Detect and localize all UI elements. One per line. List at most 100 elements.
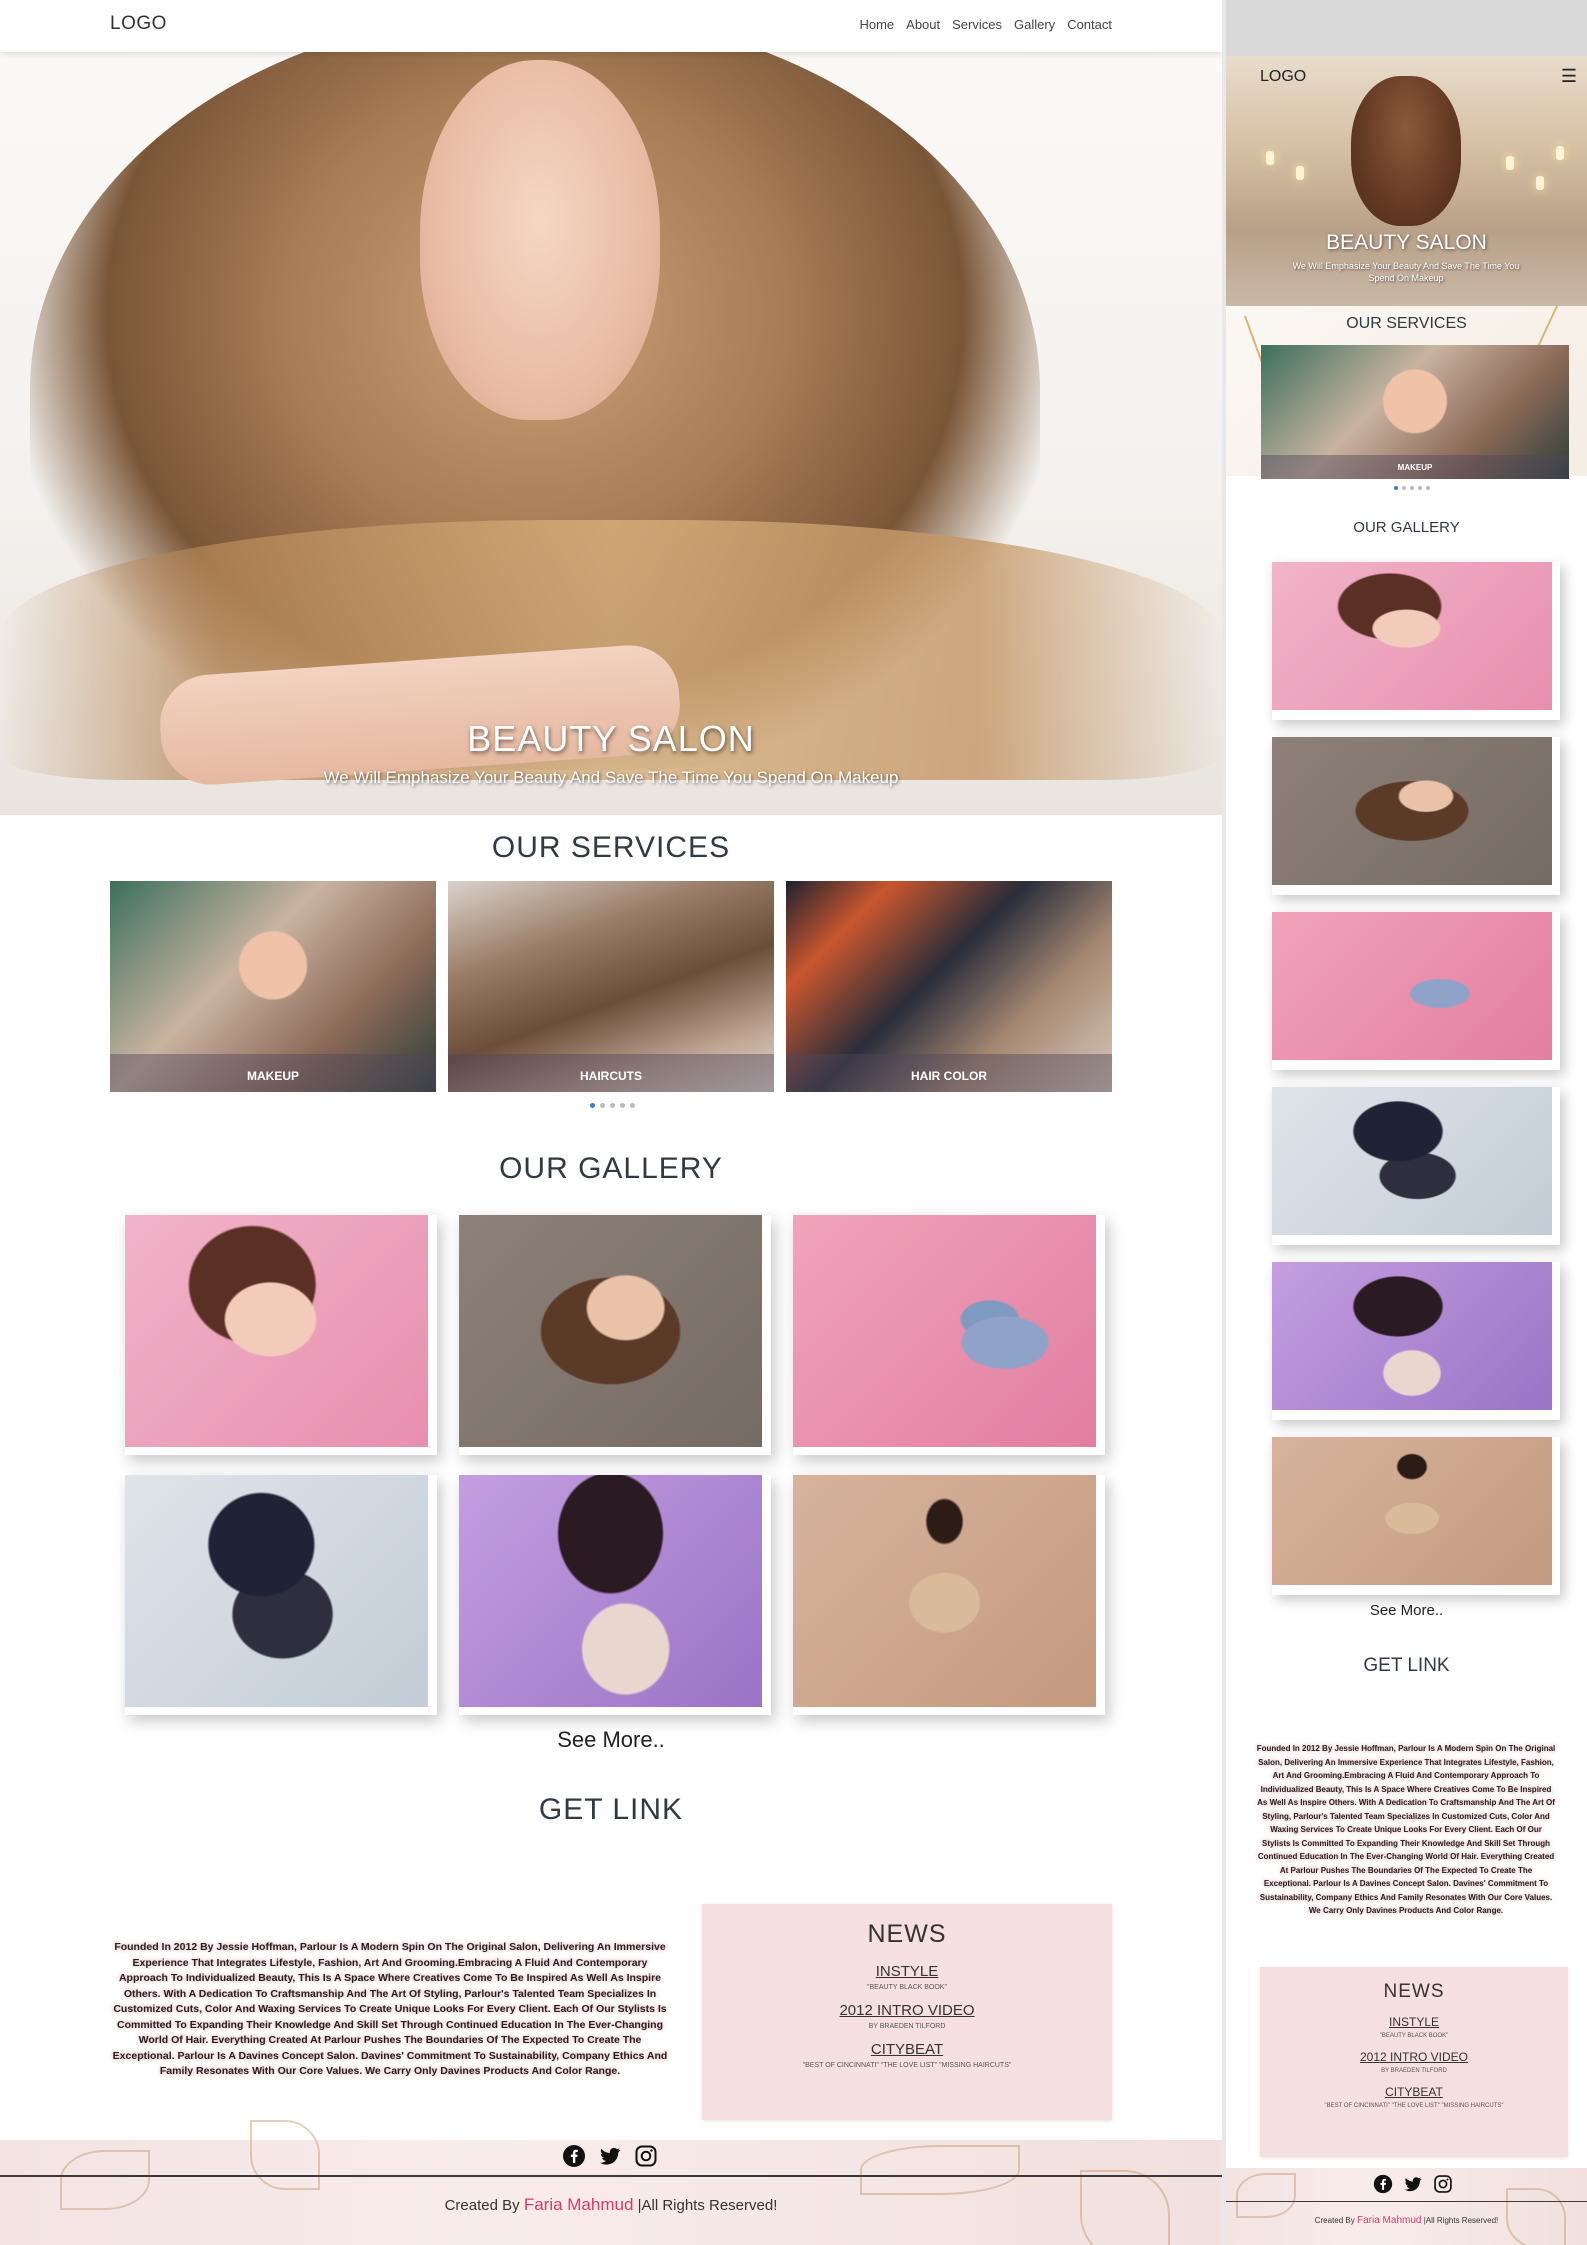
news-caption: "BEST OF CINCINNATI" "THE LOVE LIST" "MI… <box>802 2062 1012 2069</box>
service-card-hair-color[interactable]: HAIR COLOR <box>786 881 1112 1092</box>
social-links <box>562 2144 658 2168</box>
facebook-icon[interactable] <box>1373 2174 1393 2194</box>
services-carousel-dots <box>590 1103 635 1108</box>
news-caption: "BEAUTY BLACK BOOK" <box>1379 2033 1449 2039</box>
gallery-photo <box>1272 1262 1552 1410</box>
news-link-intro-video[interactable]: 2012 INTRO VIDEO <box>1260 2050 1568 2064</box>
facebook-icon[interactable] <box>562 2144 586 2168</box>
gallery-item[interactable] <box>1272 737 1560 895</box>
mobile-footer: Created By Faria Mahmud |All Rights Rese… <box>1226 2168 1587 2245</box>
desktop-view: BEAUTY SALON We Will Emphasize Your Beau… <box>0 0 1222 2245</box>
carousel-dot[interactable] <box>1410 486 1414 490</box>
footer-divider <box>0 2175 1222 2177</box>
gallery-photo <box>1272 912 1552 1060</box>
nav-contact[interactable]: Contact <box>1067 17 1112 32</box>
footer: Created By Faria Mahmud |All Rights Rese… <box>0 2120 1222 2245</box>
carousel-dot[interactable] <box>1426 486 1430 490</box>
hero-subtitle: We Will Emphasize Your Beauty And Save T… <box>323 768 899 787</box>
service-label: MAKEUP <box>110 1054 436 1092</box>
news-title: NEWS <box>867 1920 947 1948</box>
gallery-item[interactable] <box>793 1475 1105 1715</box>
news-link-instyle[interactable]: INSTYLE <box>702 1963 1112 1980</box>
gallery-photo <box>459 1215 762 1447</box>
gallery-item[interactable] <box>125 1475 437 1715</box>
about-paragraph: Founded In 2012 By Jessie Hoffman, Parlo… <box>112 1941 668 2077</box>
news-link-instyle[interactable]: INSTYLE <box>1260 2015 1568 2029</box>
top-navbar: LOGO Home About Services Gallery Contact <box>0 0 1222 52</box>
gallery-photo <box>125 1215 428 1447</box>
gallery-photo <box>125 1475 428 1707</box>
service-card-haircuts[interactable]: HAIRCUTS <box>448 881 774 1092</box>
logo[interactable]: LOGO <box>110 13 167 35</box>
instagram-icon[interactable] <box>634 2144 658 2168</box>
mobile-gallery-title: OUR GALLERY <box>1353 519 1460 536</box>
mobile-get-link-title: GET LINK <box>1363 1655 1450 1676</box>
news-caption: BY BRAEDEN TILFORD <box>868 2023 946 2030</box>
services-title: OUR SERVICES <box>491 831 731 864</box>
gallery-photo <box>459 1475 762 1707</box>
mobile-carousel-dots <box>1394 486 1430 490</box>
mobile-footer-credit: Created By Faria Mahmud |All Rights Rese… <box>1314 2215 1499 2226</box>
nav-menu: Home About Services Gallery Contact <box>859 17 1112 32</box>
news-caption: BY BRAEDEN TILFORD <box>1381 2068 1447 2074</box>
carousel-dot[interactable] <box>590 1103 595 1108</box>
carousel-dot[interactable] <box>1418 486 1422 490</box>
carousel-dot[interactable] <box>610 1103 615 1108</box>
mobile-hero-subtitle: We Will Emphasize Your Beauty And Save T… <box>1292 261 1520 283</box>
service-label: MAKEUP <box>1261 455 1569 479</box>
gallery-item[interactable] <box>1272 912 1560 1070</box>
mobile-logo[interactable]: LOGO <box>1260 68 1306 86</box>
author-name[interactable]: Faria Mahmud <box>1357 2215 1421 2226</box>
carousel-dot[interactable] <box>600 1103 605 1108</box>
service-card-makeup[interactable]: MAKEUP <box>110 881 436 1092</box>
gallery-item[interactable] <box>793 1215 1105 1455</box>
twitter-icon[interactable] <box>598 2144 622 2168</box>
twitter-icon[interactable] <box>1403 2174 1423 2194</box>
mobile-status-area <box>1226 0 1587 56</box>
nav-home[interactable]: Home <box>859 17 894 32</box>
mobile-news-box: NEWS INSTYLE "BEAUTY BLACK BOOK" 2012 IN… <box>1260 1967 1568 2157</box>
news-link-intro-video[interactable]: 2012 INTRO VIDEO <box>702 2002 1112 2019</box>
gallery-item[interactable] <box>1272 1262 1560 1420</box>
nav-gallery[interactable]: Gallery <box>1014 17 1055 32</box>
gallery-item[interactable] <box>459 1475 771 1715</box>
carousel-dot[interactable] <box>1402 486 1406 490</box>
news-link-citybeat[interactable]: CITYBEAT <box>702 2041 1112 2058</box>
hero-banner: BEAUTY SALON We Will Emphasize Your Beau… <box>0 0 1222 815</box>
news-caption: "BEST OF CINCINNATI" "THE LOVE LIST" "MI… <box>1324 2103 1504 2109</box>
hero-title: BEAUTY SALON <box>467 718 755 759</box>
news-title: NEWS <box>1383 1981 1445 2002</box>
news-link-citybeat[interactable]: CITYBEAT <box>1260 2085 1568 2099</box>
see-more-link[interactable]: See More.. <box>0 1727 1222 1753</box>
gallery-item[interactable] <box>1272 1087 1560 1245</box>
mobile-service-card-makeup[interactable]: MAKEUP <box>1261 345 1569 479</box>
footer-credit: Created By Faria Mahmud |All Rights Rese… <box>444 2195 778 2214</box>
service-label: HAIR COLOR <box>786 1054 1112 1092</box>
nav-about[interactable]: About <box>906 17 940 32</box>
mobile-hero-title: BEAUTY SALON <box>1326 231 1487 254</box>
carousel-dot[interactable] <box>1394 486 1398 490</box>
author-name[interactable]: Faria Mahmud <box>524 2195 634 2214</box>
news-box: NEWS INSTYLE "BEAUTY BLACK BOOK" 2012 IN… <box>702 1904 1112 2120</box>
hamburger-menu-icon[interactable]: ☰ <box>1561 66 1577 87</box>
gallery-photo <box>793 1215 1096 1447</box>
gallery-item[interactable] <box>459 1215 771 1455</box>
gallery-item[interactable] <box>1272 562 1560 720</box>
footer-divider <box>1226 2201 1587 2202</box>
get-link-title: GET LINK <box>538 1793 684 1826</box>
carousel-dot[interactable] <box>620 1103 625 1108</box>
gallery-item[interactable] <box>1272 1437 1560 1595</box>
instagram-icon[interactable] <box>1433 2174 1453 2194</box>
gallery-title: OUR GALLERY <box>499 1152 723 1185</box>
mobile-view: LOGO ☰ BEAUTY SALON We Will Emphasize Yo… <box>1226 0 1587 2245</box>
gallery-photo <box>1272 1437 1552 1585</box>
mobile-hero-image <box>1351 76 1461 226</box>
gallery-photo <box>793 1475 1096 1707</box>
service-label: HAIRCUTS <box>448 1054 774 1092</box>
gallery-photo <box>1272 562 1552 710</box>
nav-services[interactable]: Services <box>952 17 1002 32</box>
mobile-about-paragraph: Founded In 2012 By Jessie Hoffman, Parlo… <box>1256 1744 1556 1915</box>
mobile-see-more-link[interactable]: See More.. <box>1226 1602 1587 1619</box>
carousel-dot[interactable] <box>630 1103 635 1108</box>
gallery-item[interactable] <box>125 1215 437 1455</box>
